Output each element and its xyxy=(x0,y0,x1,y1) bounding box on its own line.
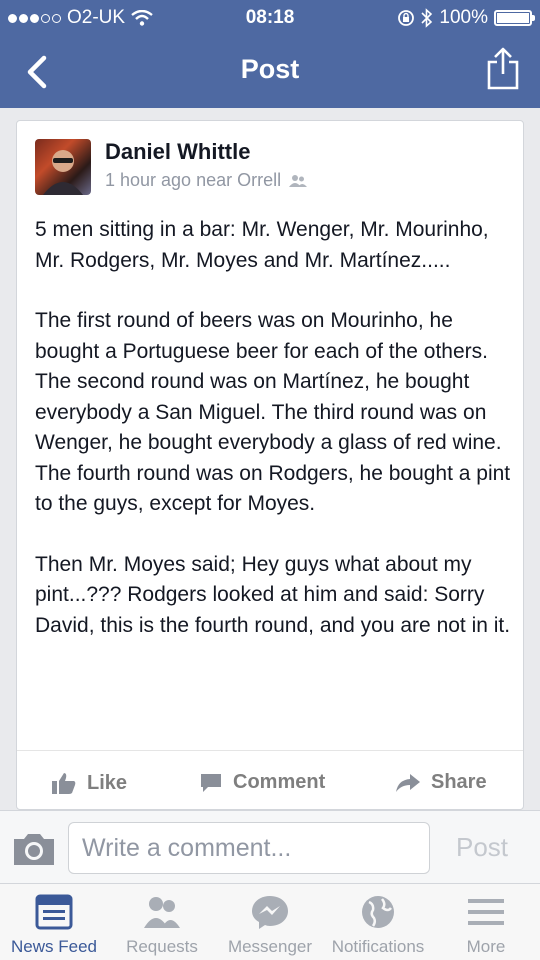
thumbs-up-icon xyxy=(52,773,76,794)
messenger-icon xyxy=(252,896,288,929)
post-paragraph: Then Mr. Moyes said; Hey guys what about… xyxy=(35,552,511,637)
post-meta: 1 hour ago near Orrell xyxy=(105,170,308,191)
tab-label: Requests xyxy=(126,937,198,956)
share-button[interactable]: Share xyxy=(395,771,487,794)
tab-messenger[interactable]: Messenger xyxy=(216,884,324,960)
avatar[interactable] xyxy=(35,139,91,195)
comment-button[interactable]: Comment xyxy=(199,771,325,794)
menu-icon xyxy=(468,899,504,925)
globe-icon xyxy=(362,896,394,928)
friend-requests-icon xyxy=(144,897,180,928)
post-body: 5 men sitting in a bar: Mr. Wenger, Mr. … xyxy=(35,215,513,671)
tab-label: News Feed xyxy=(11,937,97,956)
comment-input[interactable]: Write a comment... xyxy=(68,822,430,874)
comment-label: Comment xyxy=(233,771,326,793)
bluetooth-icon xyxy=(421,8,433,28)
post-paragraph: The first round of beers was on Mourinho… xyxy=(35,309,511,515)
camera-icon[interactable] xyxy=(12,831,56,867)
status-bar: O2-UK 08:18 100% xyxy=(0,0,540,36)
rotation-lock-icon xyxy=(398,10,415,26)
tab-label: More xyxy=(466,937,506,956)
like-label: Like xyxy=(87,771,128,794)
post-paragraph: 5 men sitting in a bar: Mr. Wenger, Mr. … xyxy=(35,218,489,272)
tab-label: Notifications xyxy=(331,937,425,956)
tab-label: Messenger xyxy=(227,937,313,956)
battery-percent: 100% xyxy=(439,7,488,28)
tab-requests[interactable]: Requests xyxy=(108,884,216,960)
comment-composer: Write a comment... Post xyxy=(0,810,540,884)
friends-privacy-icon xyxy=(289,174,308,187)
share-arrow-icon xyxy=(396,773,420,792)
like-button[interactable]: Like xyxy=(51,771,127,795)
share-label: Share xyxy=(431,771,487,793)
tab-news-feed[interactable]: News Feed xyxy=(0,884,108,960)
battery-icon xyxy=(494,10,535,26)
news-feed-icon xyxy=(35,894,73,930)
app-header: O2-UK 08:18 100% Post xyxy=(0,0,540,108)
post-timestamp: 1 hour ago near Orrell xyxy=(105,170,282,190)
post-card: Daniel Whittle 1 hour ago near Orrell 5 … xyxy=(16,120,524,810)
share-icon[interactable] xyxy=(486,46,520,90)
tab-notifications[interactable]: Notifications xyxy=(324,884,432,960)
post-comment-button[interactable]: Post xyxy=(456,832,508,863)
comment-bubble-icon xyxy=(201,773,221,792)
page-title: Post xyxy=(240,54,300,84)
tab-bar: News Feed Requests Messenger Notificatio… xyxy=(0,884,540,960)
post-actions: Like Comment Share xyxy=(17,750,523,811)
author-name[interactable]: Daniel Whittle xyxy=(105,139,250,165)
tab-more[interactable]: More xyxy=(432,884,540,960)
